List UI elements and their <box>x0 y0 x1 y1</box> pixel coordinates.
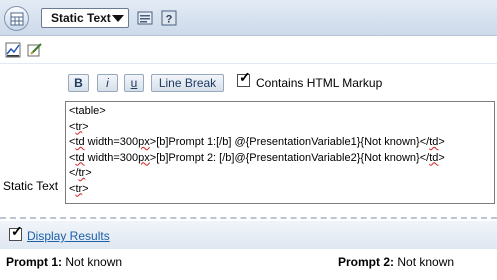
prompt-label: Prompt 2: <box>338 255 395 269</box>
chart-icon[interactable] <box>5 42 21 58</box>
checkmark-icon: ✓ <box>11 223 23 239</box>
editor-line: <tr> <box>69 120 89 133</box>
italic-button[interactable]: i <box>97 74 118 92</box>
view-type-value: Static Text <box>51 11 111 25</box>
html-markup-label: Contains HTML Markup <box>256 76 383 90</box>
checkmark-icon: ✓ <box>239 69 251 85</box>
editor-line: <tr> <box>69 182 89 195</box>
properties-icon[interactable] <box>137 10 153 26</box>
secondary-toolbar <box>0 36 497 64</box>
edit-icon[interactable] <box>27 42 43 58</box>
display-results-link[interactable]: Display Results <box>27 229 110 243</box>
view-header-bar: Static Text ? <box>0 0 497 36</box>
help-icon[interactable]: ? <box>161 10 177 26</box>
chevron-down-icon <box>112 15 124 22</box>
editor-line: </tr> <box>69 167 92 179</box>
static-text-editor[interactable]: <table> <tr> <td width=300px>[b]Prompt 1:[… <box>65 101 495 204</box>
prompt-label: Prompt 1: <box>6 255 63 269</box>
prompt-value: Not known <box>65 255 123 269</box>
editor-line: <td width=300px>[b]Prompt 2: [/b]@{Prese… <box>69 151 445 164</box>
editor-line: <td width=300px>[b]Prompt 1:[/b] @{Prese… <box>69 136 445 148</box>
prompt-result-2: Prompt 2: Not known <box>338 255 454 269</box>
editor-line: <table> <box>69 105 106 117</box>
section-divider <box>0 217 497 219</box>
prompt-result-1: Prompt 1: Not known <box>6 255 122 269</box>
static-text-label: Static Text <box>3 179 59 193</box>
line-break-button[interactable]: Line Break <box>151 74 224 92</box>
view-type-select[interactable]: Static Text <box>41 8 129 28</box>
svg-text:?: ? <box>166 14 173 26</box>
view-circle-icon <box>10 12 23 25</box>
bold-button[interactable]: B <box>68 74 89 92</box>
prompt-value: Not known <box>397 255 455 269</box>
display-results-checkbox[interactable]: ✓ <box>9 224 23 241</box>
view-menu-button[interactable] <box>4 6 29 31</box>
underline-button[interactable]: u <box>124 74 144 92</box>
html-markup-checkbox[interactable]: ✓ <box>237 70 251 87</box>
